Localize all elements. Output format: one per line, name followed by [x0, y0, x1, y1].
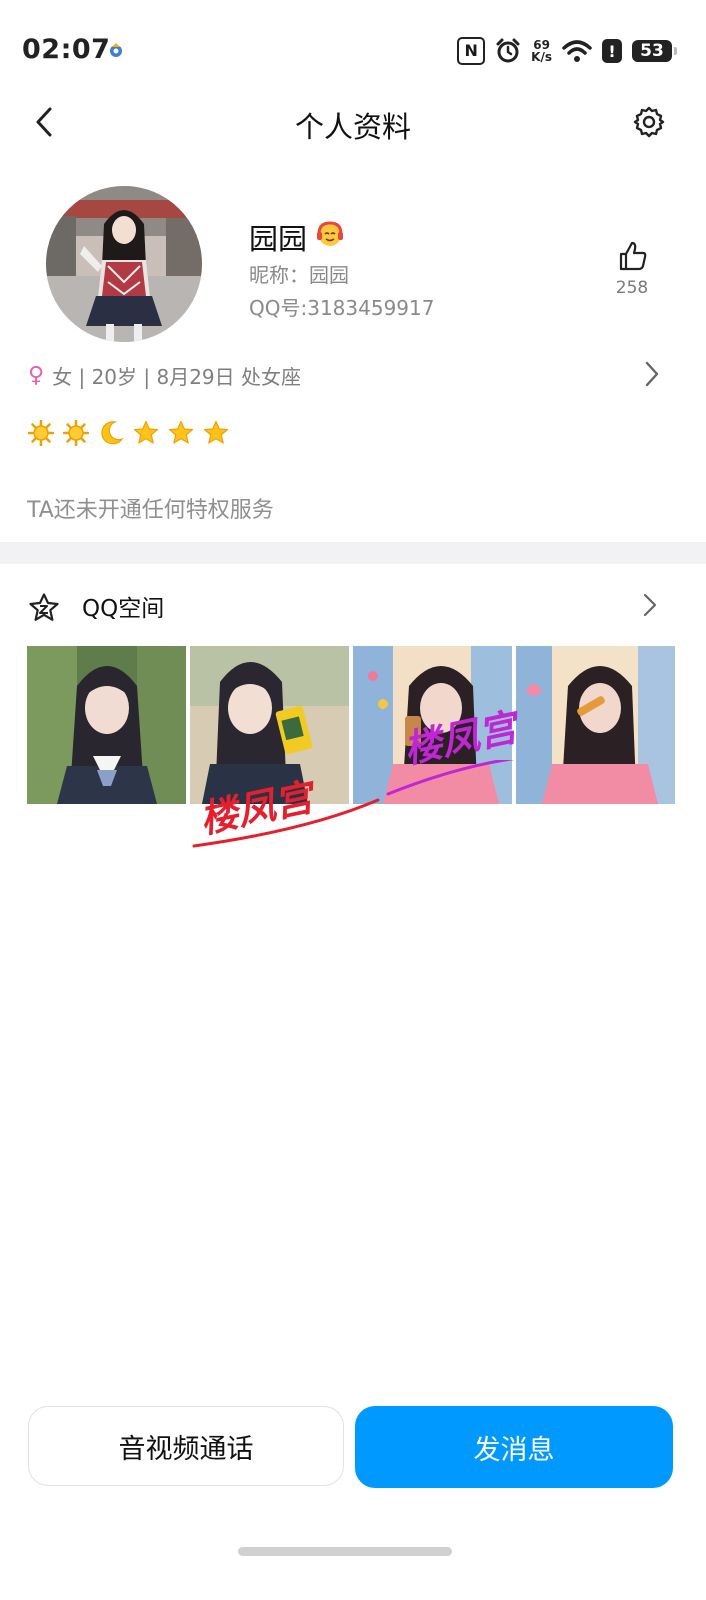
- photo-image: [516, 646, 675, 804]
- nfc-icon: N: [457, 37, 486, 65]
- status-icons: N 69 K/s ! 53: [457, 36, 677, 66]
- nickname: 昵称：园园: [249, 263, 349, 287]
- qzone-star-icon: [29, 593, 59, 621]
- settings-gear-icon: [633, 106, 665, 138]
- page-title: 个人资料: [294, 110, 411, 144]
- section-divider: [0, 542, 706, 564]
- thumbs-up-icon: [619, 241, 647, 271]
- chevron-right-icon: [643, 593, 657, 617]
- avatar-photo: [46, 186, 202, 342]
- star-icon: [203, 420, 229, 444]
- moon-icon: [101, 421, 124, 445]
- profile-name: 园园: [249, 222, 308, 256]
- battery-level: 53: [640, 41, 664, 61]
- qq-level-icons[interactable]: [28, 420, 229, 446]
- settings-button[interactable]: [628, 101, 670, 143]
- sun-icon: [63, 420, 89, 446]
- network-speed-icon: 69 K/s: [531, 39, 552, 63]
- app-notification-icon: [110, 43, 122, 57]
- home-indicator[interactable]: [238, 1547, 452, 1556]
- star-icon: [168, 420, 194, 444]
- privilege-status: TA还未开通任何特权服务: [27, 498, 274, 523]
- music-emoji-icon: [317, 221, 343, 246]
- avatar[interactable]: [46, 186, 202, 342]
- photo-image: [27, 646, 186, 804]
- network-speed-unit: K/s: [531, 50, 552, 64]
- qq-number: QQ号:3183459917: [249, 296, 435, 320]
- sun-icon: [28, 420, 54, 446]
- send-message-button[interactable]: 发消息: [355, 1406, 673, 1488]
- battery-icon: 53: [632, 40, 677, 62]
- wifi-icon: [562, 40, 592, 62]
- chevron-right-icon: [645, 361, 659, 387]
- alert-icon: !: [602, 39, 622, 63]
- basic-info-row[interactable]: ♀ 女 | 20岁 | 8月29日 处女座: [26, 358, 666, 392]
- star-icon: [133, 420, 159, 444]
- status-time: 02:07: [22, 34, 111, 65]
- qzone-photo[interactable]: [27, 646, 186, 804]
- basic-info-text: 女 | 20岁 | 8月29日 处女座: [52, 364, 302, 389]
- like-count: 258: [615, 278, 649, 298]
- alarm-icon: [496, 38, 520, 63]
- qzone-entry[interactable]: QQ空间: [0, 580, 706, 630]
- female-icon: ♀: [28, 362, 45, 388]
- audio-video-call-button[interactable]: 音视频通话: [28, 1406, 344, 1486]
- qzone-label: QQ空间: [82, 596, 165, 622]
- qzone-photo[interactable]: [516, 646, 675, 804]
